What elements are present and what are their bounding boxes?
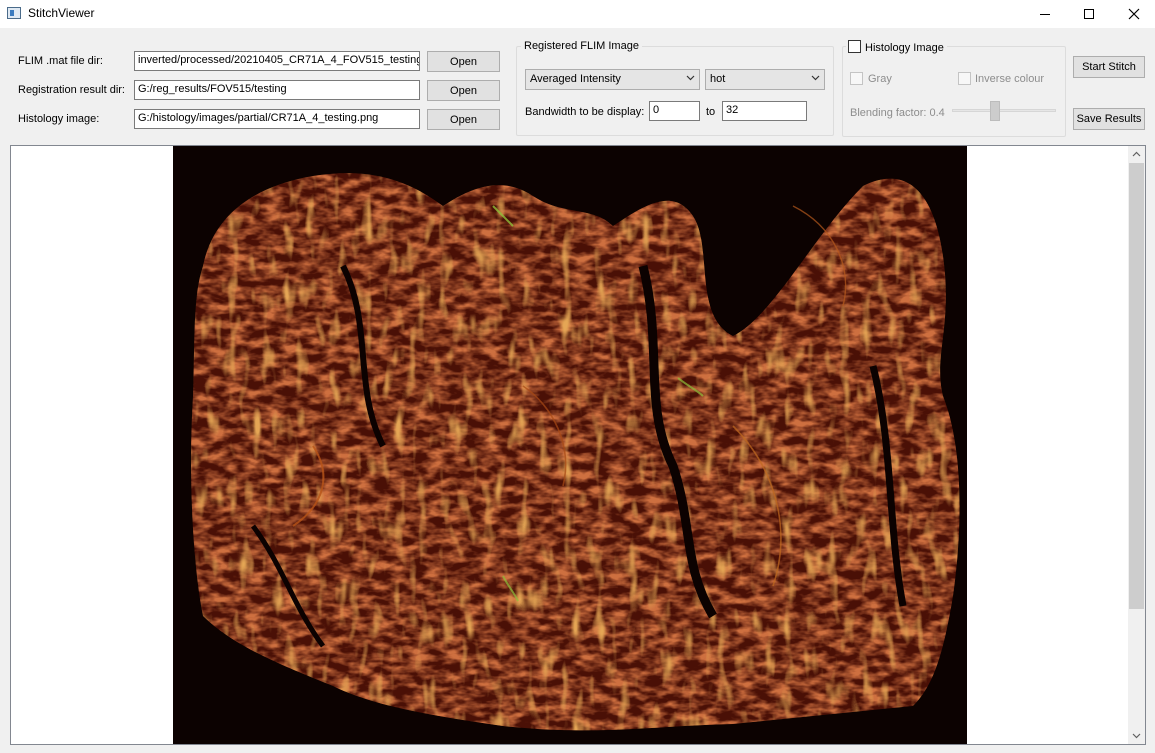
blending-factor-label: Blending factor: 0.4: [850, 107, 945, 119]
registered-flim-title: Registered FLIM Image: [521, 40, 642, 52]
registered-flim-group: [516, 46, 834, 136]
minimize-icon: [1040, 13, 1050, 15]
minimize-button[interactable]: [1022, 0, 1068, 28]
histology-image-label: Histology image:: [18, 113, 100, 125]
blending-slider-handle[interactable]: [990, 101, 1000, 121]
colormap-select[interactable]: hot: [705, 69, 825, 90]
flim-mat-path-field[interactable]: inverted/processed/20210405_CR71A_4_FOV5…: [134, 51, 420, 71]
gray-checkbox[interactable]: [850, 72, 863, 85]
window-title: StitchViewer: [28, 6, 95, 20]
chevron-down-icon: [811, 75, 820, 81]
bandwidth-label: Bandwidth to be display:: [525, 106, 645, 118]
intensity-mode-value: Averaged Intensity: [530, 73, 621, 85]
save-results-button[interactable]: Save Results: [1073, 108, 1145, 130]
colormap-value: hot: [710, 73, 726, 85]
scroll-down-button[interactable]: [1128, 727, 1145, 744]
blending-slider-track[interactable]: [952, 109, 1056, 112]
histology-group: [842, 46, 1066, 137]
registration-dir-label: Registration result dir:: [18, 84, 125, 96]
histology-image-field[interactable]: G:/histology/images/partial/CR71A_4_test…: [134, 109, 420, 129]
scroll-up-button[interactable]: [1128, 146, 1145, 163]
chevron-down-icon: [686, 75, 695, 81]
bandwidth-to-label: to: [706, 106, 716, 118]
maximize-icon: [1084, 9, 1094, 19]
gray-label: Gray: [868, 73, 892, 85]
inverse-colour-label: Inverse colour: [975, 73, 1045, 85]
intensity-mode-select[interactable]: Averaged Intensity: [525, 69, 700, 90]
chevron-up-icon: [1132, 151, 1141, 157]
maximize-button[interactable]: [1066, 0, 1112, 28]
inverse-colour-checkbox[interactable]: [958, 72, 971, 85]
bandwidth-from-field[interactable]: 0: [649, 101, 700, 121]
chevron-down-icon: [1132, 733, 1141, 739]
histology-open-button[interactable]: Open: [427, 109, 500, 130]
app-icon: [7, 7, 21, 19]
flim-mat-open-button[interactable]: Open: [427, 51, 500, 72]
flim-tissue-rendering: [173, 146, 967, 744]
title-bar: StitchViewer: [0, 0, 1155, 28]
image-viewer[interactable]: [10, 145, 1146, 745]
registration-dir-field[interactable]: G:/reg_results/FOV515/testing: [134, 80, 420, 100]
scrollbar-thumb[interactable]: [1129, 163, 1144, 609]
close-icon: [1128, 8, 1140, 20]
stitched-flim-image: [173, 146, 967, 744]
histology-enable-checkbox[interactable]: [848, 40, 861, 53]
histology-group-header: Histology Image: [846, 40, 947, 54]
histology-group-title: Histology Image: [865, 42, 944, 54]
start-stitch-button[interactable]: Start Stitch: [1073, 56, 1145, 78]
vertical-scrollbar[interactable]: [1128, 146, 1145, 744]
registration-open-button[interactable]: Open: [427, 80, 500, 101]
bandwidth-to-field[interactable]: 32: [722, 101, 807, 121]
close-button[interactable]: [1111, 0, 1155, 28]
flim-mat-label: FLIM .mat file dir:: [18, 55, 103, 67]
